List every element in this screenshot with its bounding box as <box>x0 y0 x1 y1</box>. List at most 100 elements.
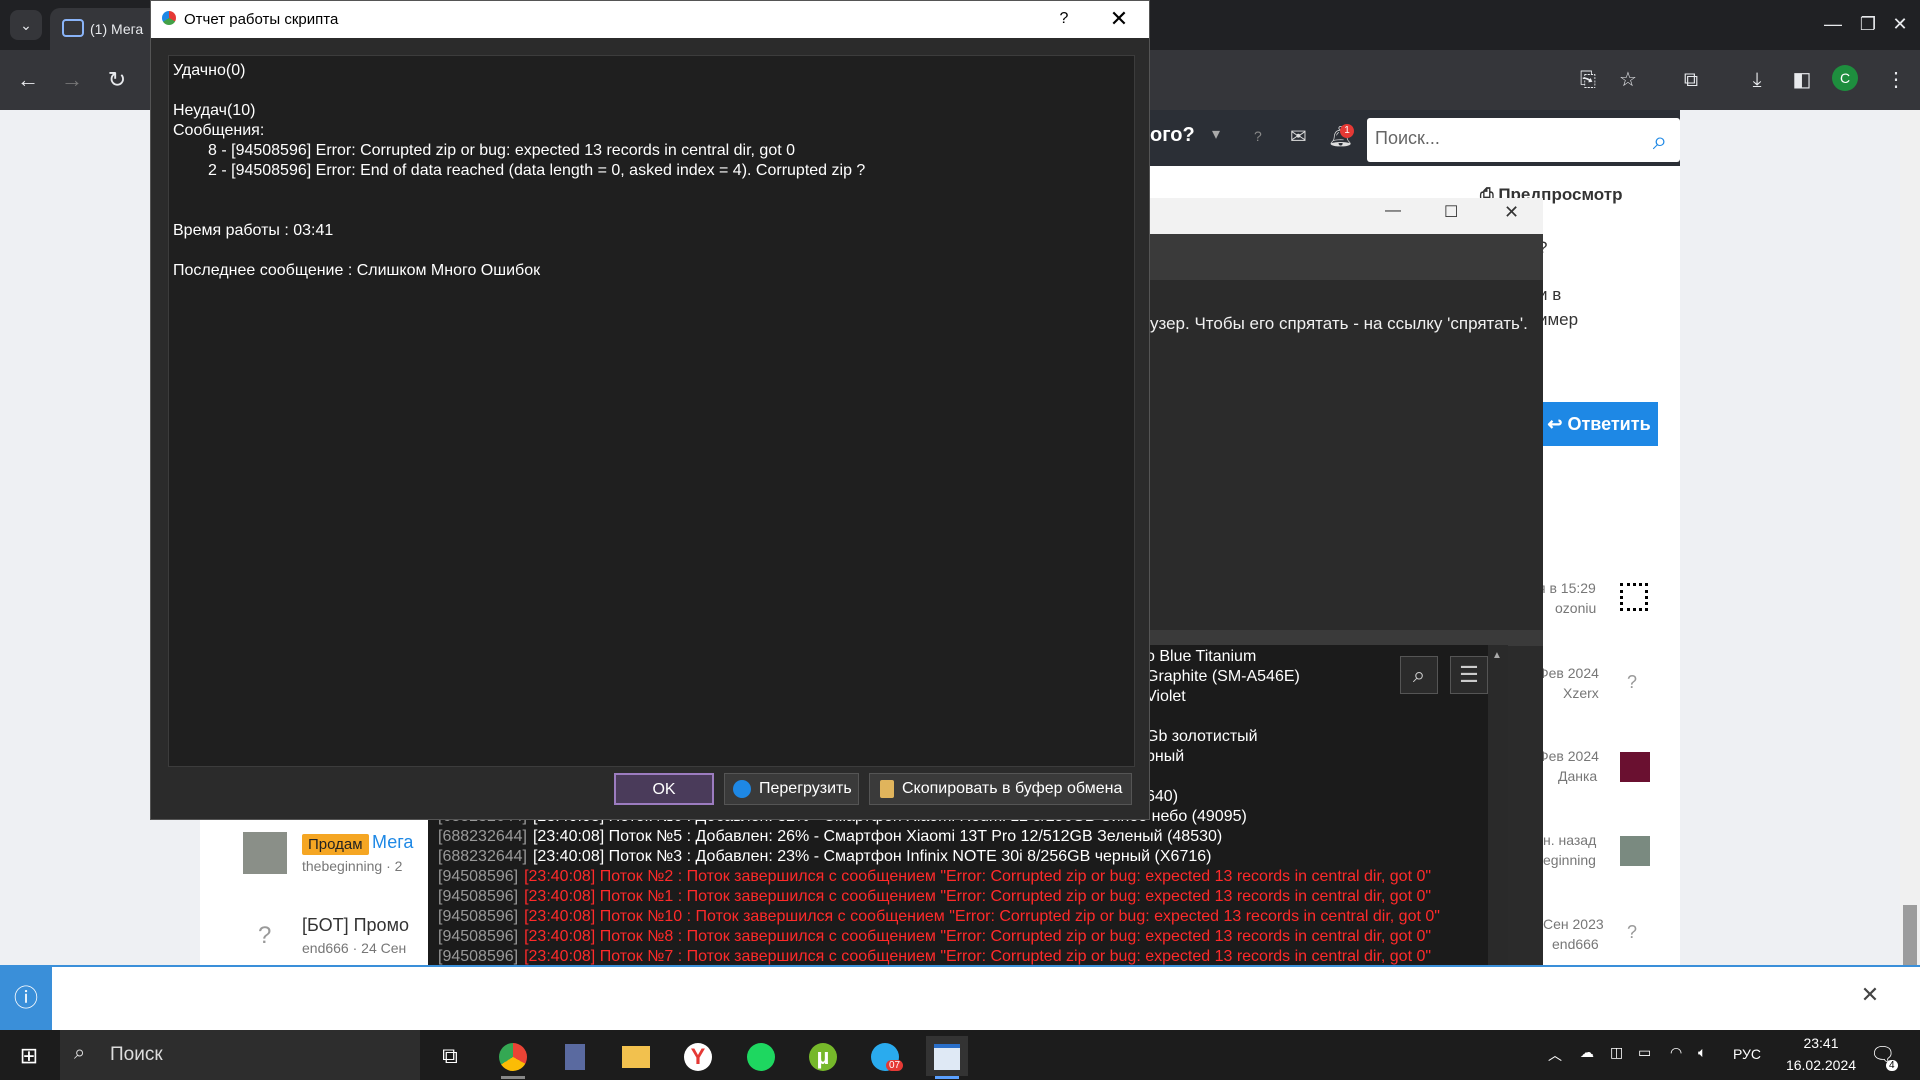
last-message: Последнее сообщение : Слишком Много Ошиб… <box>173 262 541 279</box>
log-text: [23:40:08] Поток №2 : Поток завершился с… <box>524 868 1432 885</box>
failure-count: Неудач(10) <box>173 102 256 119</box>
utorrent-icon[interactable]: µ <box>802 1036 844 1076</box>
volume-icon[interactable]: 🔈︎ <box>1698 1044 1706 1061</box>
extensions-icon[interactable]: ⧉ <box>1675 64 1707 96</box>
maximize-button[interactable]: ☐ <box>1444 202 1458 222</box>
language-indicator[interactable]: РУС <box>1733 1046 1761 1062</box>
profile-avatar[interactable]: C <box>1832 65 1858 91</box>
qr-avatar[interactable] <box>1620 583 1648 611</box>
thread-user: Xzerx <box>1563 685 1599 701</box>
task-view-icon[interactable]: ⧉ <box>429 1036 471 1076</box>
reload-label: Перегрузить <box>759 780 852 797</box>
success-count: Удачно(0) <box>173 62 246 79</box>
search-icon[interactable]: ⌕ <box>1640 118 1680 162</box>
webcam-icon[interactable]: ◫ <box>1610 1044 1623 1061</box>
install-app-icon[interactable]: ⎘ <box>1572 64 1604 96</box>
log-text: [23:40:08] Поток №5 : Добавлен: 26% - См… <box>532 828 1223 845</box>
chevron-down-icon[interactable]: ▾ <box>1212 124 1220 144</box>
ok-button[interactable]: OK <box>614 773 714 805</box>
calculator-icon[interactable] <box>554 1036 596 1076</box>
log-line: [94508596] [23:40:08] Поток №2 : Поток за… <box>438 868 1431 886</box>
error-message: 8 - [94508596] Error: Corrupted zip or b… <box>208 142 795 159</box>
scroll-up-icon[interactable]: ▲ <box>1492 650 1502 661</box>
forward-button[interactable]: → <box>52 60 92 100</box>
help-button[interactable]: ? <box>1052 6 1076 32</box>
thread-date: Фев 2024 <box>1538 665 1599 681</box>
thread-date: Сен 2023 <box>1543 916 1604 932</box>
clock-time[interactable]: 23:41 <box>1791 1035 1851 1051</box>
app-logo-icon <box>162 11 176 25</box>
background-window-titlebar <box>1150 198 1543 234</box>
log-prefix: [94508596] <box>438 948 519 965</box>
tab-search-menu-button[interactable]: ⌄ <box>10 10 42 40</box>
thread-link[interactable]: [БОТ] Промо <box>302 915 409 936</box>
copy-to-clipboard-button[interactable]: Скопировать в буфер обмена <box>869 773 1132 805</box>
avatar[interactable] <box>1620 752 1650 782</box>
taskbar-search-label: Поиск <box>110 1044 163 1065</box>
forum-header-title: ого? <box>1150 124 1195 146</box>
log-line: [94508596] [23:40:08] Поток №8 : Поток за… <box>438 928 1431 946</box>
error-message: 2 - [94508596] Error: End of data reache… <box>208 162 866 179</box>
thread-date: н. назад <box>1543 832 1597 848</box>
thread-meta: thebeginning · 2 <box>302 858 403 874</box>
report-text-area[interactable]: Удачно(0) Неудач(10) Сообщения: 8 - [945… <box>168 55 1135 767</box>
battery-icon[interactable]: ▭ <box>1638 1044 1651 1061</box>
browser-menu-icon[interactable]: ⋮ <box>1880 64 1912 96</box>
active-indicator <box>501 1076 525 1079</box>
clock-date[interactable]: 16.02.2024 <box>1776 1057 1866 1073</box>
help-icon[interactable]: ? <box>1254 128 1262 144</box>
log-prefix: [94508596] <box>438 888 519 905</box>
script-app-icon[interactable] <box>926 1036 968 1076</box>
reply-button[interactable]: ↩ Ответить <box>1540 402 1658 446</box>
tray-overflow-icon[interactable]: ︿ <box>1548 1045 1562 1065</box>
reload-button[interactable]: Перегрузить <box>724 773 859 805</box>
sell-badge: Продам <box>302 834 369 855</box>
thread-user: ozoniu <box>1555 600 1597 616</box>
close-button[interactable]: ✕ <box>1504 202 1519 223</box>
thread-meta: end666 · 24 Сен <box>302 940 407 956</box>
bookmark-star-icon[interactable]: ☆ <box>1612 64 1644 96</box>
thread-user: eginning <box>1543 852 1596 868</box>
avatar[interactable] <box>1620 836 1650 866</box>
dialog-close-button[interactable]: ✕ <box>1105 6 1133 32</box>
log-prefix: [688232644] <box>438 848 527 865</box>
spotify-icon[interactable] <box>740 1036 782 1076</box>
background-window-divider <box>1150 630 1543 646</box>
thread-link[interactable]: Мега <box>372 832 413 853</box>
maximize-button[interactable]: ❐ <box>1853 0 1883 48</box>
unknown-avatar[interactable]: ? <box>258 922 271 950</box>
log-partial-line: Violet <box>1146 688 1186 705</box>
notification-badge: 1 <box>1340 124 1354 138</box>
back-button[interactable]: ← <box>8 60 48 100</box>
reload-icon[interactable]: ↻ <box>97 60 137 100</box>
messages-label: Сообщения: <box>173 122 265 139</box>
window-close-button[interactable]: ✕ <box>1880 0 1920 48</box>
copy-label: Скопировать в буфер обмена <box>902 780 1123 797</box>
notification-bar <box>0 965 1920 1032</box>
info-icon: ⓘ <box>0 967 52 1030</box>
file-explorer-icon[interactable] <box>615 1036 657 1076</box>
avatar[interactable] <box>243 832 287 874</box>
yandex-browser-icon[interactable]: Y <box>677 1036 719 1076</box>
unknown-avatar[interactable]: ? <box>1627 672 1637 693</box>
forum-search-placeholder: Поиск... <box>1375 128 1440 148</box>
side-text-3: имер <box>1538 310 1579 329</box>
unknown-avatar[interactable]: ? <box>1627 922 1637 943</box>
log-text: [23:40:08] Поток №8 : Поток завершился с… <box>524 928 1432 945</box>
log-search-icon[interactable]: ⌕ <box>1400 656 1438 694</box>
log-menu-icon[interactable]: ☰ <box>1450 656 1488 694</box>
page-scrollbar[interactable] <box>1900 110 1920 1030</box>
minimize-button[interactable]: — <box>1385 202 1401 220</box>
log-line: [688232644] [23:40:08] Поток №5 : Добавле… <box>438 828 1222 846</box>
side-panel-icon[interactable]: ◧ <box>1786 64 1818 96</box>
windows-start-icon[interactable]: ⊞ <box>8 1036 50 1076</box>
download-icon[interactable]: ⤓ <box>1741 64 1773 96</box>
chrome-icon[interactable] <box>492 1036 534 1076</box>
wifi-icon[interactable]: ◠ <box>1670 1044 1682 1061</box>
mail-icon[interactable]: ✉ <box>1290 124 1307 149</box>
taskbar-search-box[interactable]: ⌕ Поиск <box>60 1030 420 1080</box>
onedrive-icon[interactable]: ☁ <box>1580 1044 1594 1061</box>
close-icon[interactable]: ✕ <box>1855 980 1885 1010</box>
log-text: [23:40:08] Поток №7 : Поток завершился с… <box>524 948 1432 965</box>
log-partial-line: Gb золотистый <box>1146 728 1258 745</box>
